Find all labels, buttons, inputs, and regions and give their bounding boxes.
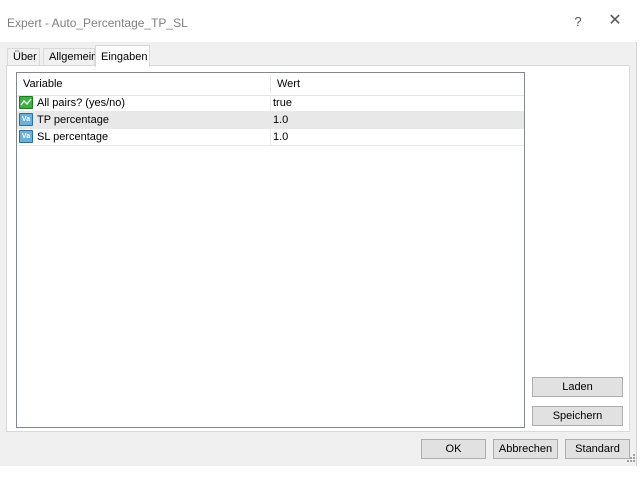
save-button[interactable]: Speichern	[532, 406, 623, 426]
value-icon: Va	[19, 113, 33, 126]
table-row[interactable]: All pairs? (yes/no) true	[17, 95, 524, 112]
variable-name: SL percentage	[37, 131, 109, 143]
dialog-client-area: Über Allgemein Eingaben Variable Wert Al…	[0, 42, 637, 466]
inputs-table[interactable]: Variable Wert All pairs? (yes/no) true V…	[16, 72, 525, 428]
variable-name: TP percentage	[37, 114, 109, 126]
row-column-line	[270, 95, 271, 112]
table-header: Variable Wert	[17, 73, 524, 96]
bool-icon	[19, 96, 33, 109]
variable-value[interactable]: 1.0	[272, 112, 288, 129]
dialog-button-bar: OK Abbrechen Standard	[0, 433, 636, 466]
window-title: Expert - Auto_Percentage_TP_SL	[7, 16, 188, 30]
variable-value[interactable]: 1.0	[272, 129, 288, 146]
column-header-variable[interactable]: Variable	[17, 73, 270, 95]
variable-name: All pairs? (yes/no)	[37, 97, 126, 109]
tab-eingaben[interactable]: Eingaben	[95, 45, 150, 67]
help-button[interactable]: ?	[572, 14, 584, 29]
resize-grip-icon[interactable]	[626, 452, 636, 464]
default-button[interactable]: Standard	[565, 439, 630, 459]
title-bar: Expert - Auto_Percentage_TP_SL ? ✕	[0, 0, 640, 42]
row-column-line	[270, 129, 271, 146]
row-column-line	[270, 112, 271, 129]
ok-button[interactable]: OK	[421, 439, 486, 459]
column-header-value[interactable]: Wert	[271, 73, 524, 95]
cancel-button[interactable]: Abbrechen	[493, 439, 558, 459]
close-button[interactable]: ✕	[607, 13, 623, 29]
inputs-tab-panel: Variable Wert All pairs? (yes/no) true V…	[6, 65, 630, 432]
variable-value[interactable]: true	[272, 95, 292, 112]
load-button[interactable]: Laden	[532, 377, 623, 397]
value-icon: Va	[19, 130, 33, 143]
table-row[interactable]: Va TP percentage 1.0	[17, 112, 524, 129]
table-row[interactable]: Va SL percentage 1.0	[17, 129, 524, 146]
tab-ueber[interactable]: Über	[7, 48, 40, 65]
tab-allgemein[interactable]: Allgemein	[43, 48, 97, 65]
